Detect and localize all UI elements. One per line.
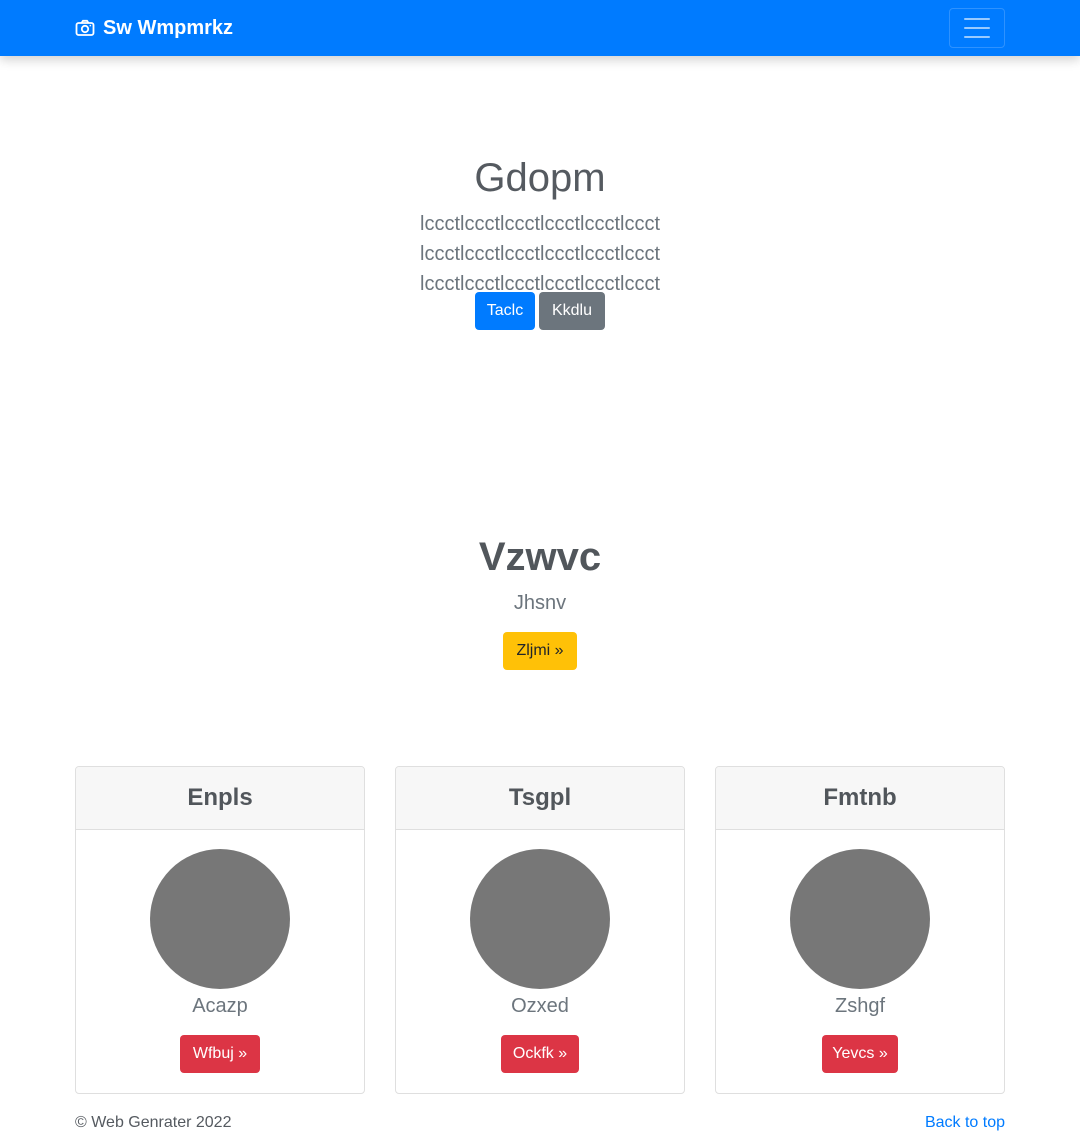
card-name: Ozxed (511, 995, 569, 1017)
card-button[interactable]: Ockfk » (501, 1035, 579, 1073)
section-title: Vzwvc (478, 535, 602, 579)
card-button[interactable]: Yevcs » (822, 1035, 898, 1073)
hamburger-menu-icon (964, 18, 990, 38)
hero-title: Gdopm (474, 156, 606, 200)
back-to-top-link[interactable]: Back to top (925, 1113, 1005, 1133)
card-header: Fmtnb (716, 767, 1004, 830)
avatar-placeholder (790, 849, 930, 989)
navbar-toggler-button[interactable] (949, 8, 1005, 48)
avatar-placeholder (150, 849, 290, 989)
section-subtitle: Jhsnv (513, 592, 567, 614)
card-button[interactable]: Wfbuj » (180, 1035, 260, 1073)
hero-lead-text: lccctlccctlccctlccctlccctlccct lccctlccc… (420, 213, 660, 295)
camera-icon (75, 18, 95, 38)
card: Fmtnb Zshgf Yevcs » (715, 766, 1005, 1094)
card-header: Enpls (76, 767, 364, 830)
hero-primary-button[interactable]: Taclc (475, 292, 535, 330)
section-button[interactable]: Zljmi » (503, 632, 577, 670)
hero-secondary-button[interactable]: Kkdlu (539, 292, 605, 330)
brand-text: Sw Wmpmrkz (103, 16, 234, 39)
card-header: Tsgpl (396, 767, 684, 830)
card-name: Zshgf (834, 995, 886, 1017)
card: Tsgpl Ozxed Ockfk » (395, 766, 685, 1094)
card: Enpls Acazp Wfbuj » (75, 766, 365, 1094)
brand-link[interactable]: Sw Wmpmrkz (75, 0, 233, 56)
footer-copyright: © Web Genrater 2022 (75, 1114, 232, 1131)
avatar-placeholder (470, 849, 610, 989)
top-navbar: Sw Wmpmrkz (0, 0, 1080, 56)
card-name: Acazp (192, 995, 248, 1017)
